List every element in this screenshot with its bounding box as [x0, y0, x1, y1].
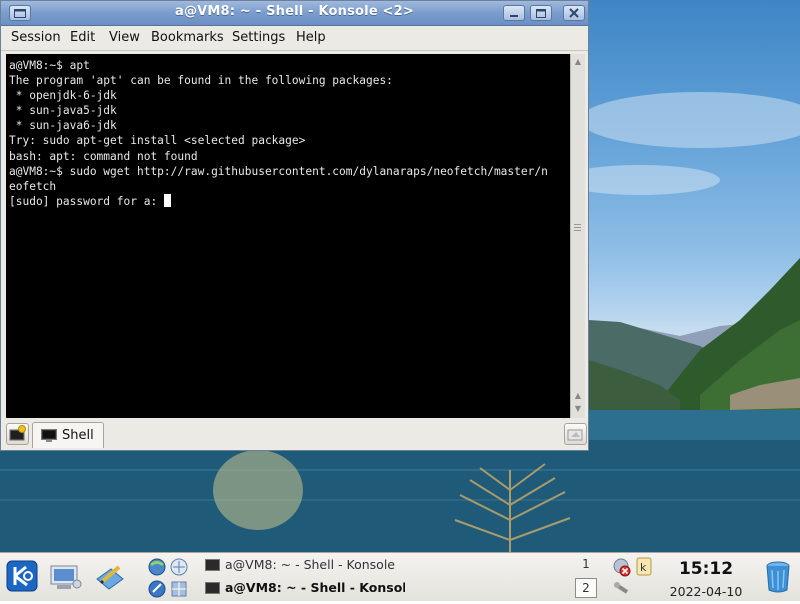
terminal-line: eofetch [9, 179, 57, 193]
terminal-line: * openjdk-6-jdk [9, 89, 117, 103]
minimize-button[interactable] [503, 5, 525, 21]
scroll-up-arrow-icon[interactable]: ▲ [573, 57, 583, 66]
scroll-up-arrow-icon[interactable]: ▲ [573, 391, 583, 400]
terminal-line: * sun-java6-jdk [9, 119, 117, 133]
terminal-line: a@VM8:~$ sudo wget http://raw.githubuser… [9, 164, 548, 178]
kde-menu-button[interactable] [6, 560, 38, 592]
terminal-icon [205, 559, 220, 571]
kde-menu-icon [6, 560, 38, 592]
task-konsole-inactive[interactable]: a@VM8: ~ - Shell - Konsole [202, 555, 405, 576]
menu-help[interactable]: Help [296, 30, 326, 45]
terminal-cursor [163, 193, 171, 207]
new-session-icon [9, 425, 26, 441]
network-icon[interactable] [146, 556, 192, 600]
tab-shell[interactable]: Shell [32, 422, 104, 448]
terminal-line: a@VM8:~$ apt [9, 59, 90, 72]
terminal-icon [41, 429, 57, 442]
task-konsole-active[interactable]: a@VM8: ~ - Shell - Konsole [202, 578, 405, 599]
konsole-window[interactable]: a@VM8: ~ - Shell - Konsole <2> Session E… [0, 0, 589, 451]
window-title: a@VM8: ~ - Shell - Konsole <2> [174, 4, 414, 19]
minimize-icon [510, 15, 518, 17]
kwrite-icon [96, 565, 124, 590]
window-titlebar[interactable]: a@VM8: ~ - Shell - Konsole <2> [1, 1, 588, 26]
pager-desktop-2[interactable]: 2 [575, 578, 597, 598]
new-session-button[interactable] [6, 423, 29, 445]
session-tabbar: Shell [1, 421, 588, 450]
system-icon [50, 565, 82, 589]
terminal-line: * sun-java5-jdk [9, 104, 117, 118]
kwrite-button[interactable] [93, 561, 127, 593]
menu-edit[interactable]: Edit [70, 30, 95, 45]
terminal-line: The program 'apt' can be found in the fo… [9, 74, 393, 88]
system-tray: k [611, 556, 657, 598]
clock-date[interactable]: 2022-04-10 [665, 584, 747, 599]
menubar: Session Edit View Bookmarks Settings Hel… [1, 26, 588, 51]
tab-shell-label: Shell [62, 428, 94, 443]
svg-text:k: k [640, 561, 647, 574]
trash-button[interactable] [765, 560, 791, 594]
terminal-prompt-line: [sudo] password for a: [9, 194, 164, 208]
close-window-button[interactable] [563, 5, 585, 21]
menu-bookmarks[interactable]: Bookmarks [151, 30, 224, 45]
close-session-icon [567, 429, 583, 441]
menu-session[interactable]: Session [11, 30, 61, 45]
tray-icons: k [613, 557, 652, 594]
trash-icon [766, 561, 790, 593]
terminal-line: bash: apt: command not found [9, 149, 198, 163]
task-label: a@VM8: ~ - Shell - Konsole [225, 580, 405, 595]
scroll-down-arrow-icon[interactable]: ▼ [573, 404, 583, 413]
menu-view[interactable]: View [109, 30, 140, 45]
terminal-view[interactable]: a@VM8:~$ apt The program 'apt' can be fo… [6, 54, 570, 418]
task-label: a@VM8: ~ - Shell - Konsole [225, 557, 395, 572]
terminal-line: Try: sudo apt-get install <selected pack… [9, 134, 306, 148]
maximize-icon [536, 8, 546, 18]
terminal-icon [205, 582, 220, 594]
pager-desktop-1[interactable]: 1 [575, 555, 597, 575]
quick-launch-group [146, 556, 192, 600]
taskbar: a@VM8: ~ - Shell - Konsole a@VM8: ~ - Sh… [0, 552, 800, 601]
clock-time[interactable]: 15:12 [665, 559, 747, 579]
system-button[interactable] [49, 562, 83, 592]
close-icon [569, 8, 579, 18]
scrollbar-grip[interactable] [574, 224, 581, 232]
maximize-button[interactable] [530, 5, 552, 21]
close-session-button[interactable] [564, 423, 587, 445]
menu-settings[interactable]: Settings [232, 30, 285, 45]
terminal-scrollbar[interactable]: ▲ ▲ ▼ [570, 54, 585, 418]
